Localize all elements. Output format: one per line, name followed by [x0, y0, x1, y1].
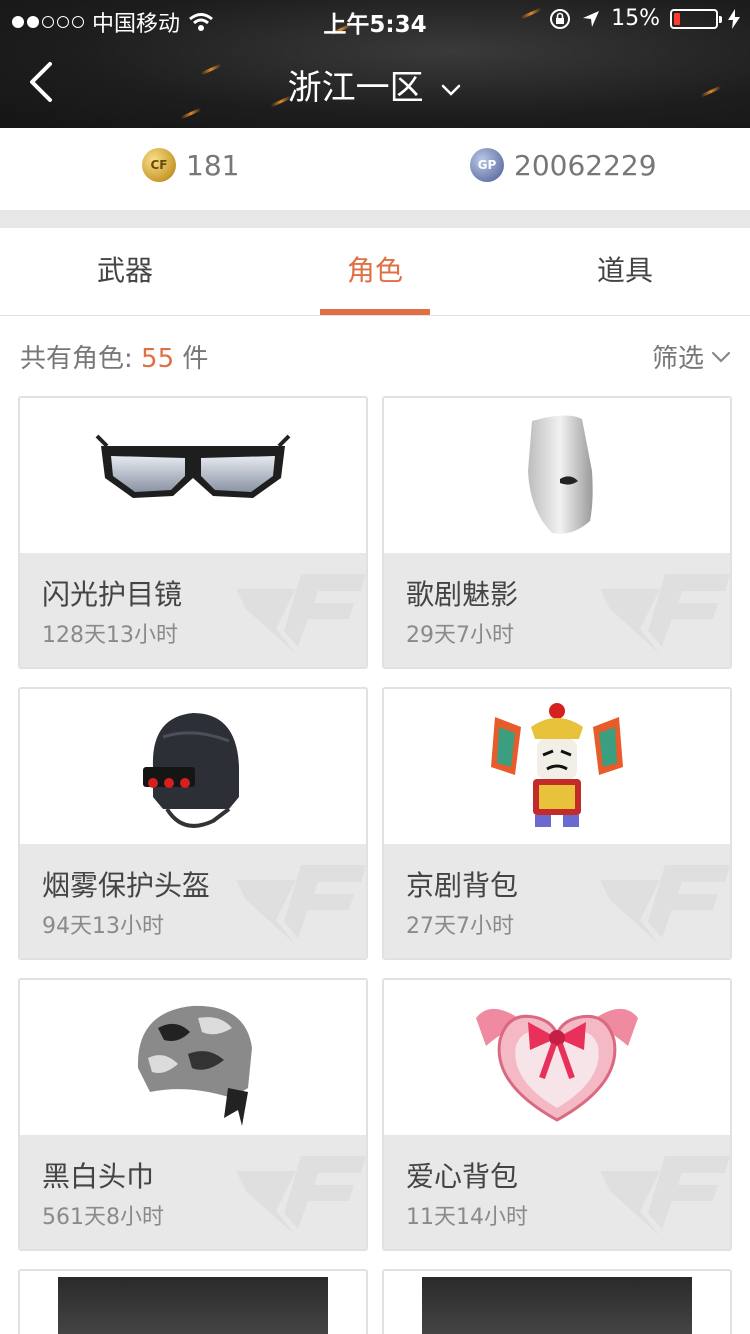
item-card[interactable] — [382, 1269, 732, 1334]
cf-watermark-icon — [236, 865, 366, 945]
mask-icon — [384, 398, 730, 553]
summary-row: 共有角色: 55 件 筛选 — [0, 316, 750, 394]
item-duration: 27天7小时 — [406, 914, 514, 939]
tab-weapons[interactable]: 武器 — [0, 228, 250, 316]
cf-watermark-icon — [236, 1156, 366, 1236]
item-card[interactable]: 爱心背包 11天14小时 — [382, 978, 732, 1251]
battery-percent: 15% — [611, 6, 660, 31]
active-tab-indicator — [320, 309, 430, 315]
item-thumbnail — [422, 1277, 692, 1334]
location-icon — [583, 10, 600, 27]
cf-points-value: 181 — [186, 148, 240, 182]
item-card[interactable]: 歌剧魅影 29天7小时 — [382, 396, 732, 669]
page-title: 浙江一区 — [287, 68, 424, 108]
item-info: 京剧背包 27天7小时 — [384, 844, 730, 958]
nav-bar: 浙江一区 — [0, 40, 750, 128]
filter-label: 筛选 — [651, 344, 704, 374]
rotation-lock-icon — [550, 8, 571, 29]
gp-coin-icon: GP — [470, 148, 504, 182]
item-name: 闪光护目镜 — [42, 578, 183, 611]
item-name: 歌剧魅影 — [406, 578, 519, 611]
cf-watermark-icon — [600, 574, 730, 654]
item-name: 烟雾保护头盔 — [42, 869, 211, 902]
item-count: 共有角色: 55 件 — [20, 344, 209, 374]
cf-watermark-icon — [236, 574, 366, 654]
cf-watermark-icon — [600, 1156, 730, 1236]
item-duration: 29天7小时 — [406, 623, 514, 648]
cf-watermark-icon — [600, 865, 730, 945]
gp-points-value: 20062229 — [514, 148, 657, 182]
item-card[interactable]: 闪光护目镜 128天13小时 — [18, 396, 368, 669]
item-info: 烟雾保护头盔 94天13小时 — [20, 844, 366, 958]
item-card[interactable]: 烟雾保护头盔 94天13小时 — [18, 687, 368, 960]
item-thumbnail — [58, 1277, 328, 1334]
battery-icon — [670, 8, 722, 29]
category-tabs: 武器 角色 道具 — [0, 228, 750, 316]
chevron-down-icon — [711, 351, 731, 363]
server-selector[interactable]: 浙江一区 — [0, 60, 750, 109]
section-divider — [0, 210, 750, 228]
cf-coin-icon: CF — [142, 148, 176, 182]
item-info: 歌剧魅影 29天7小时 — [384, 553, 730, 667]
item-duration: 11天14小时 — [406, 1205, 528, 1230]
tab-characters[interactable]: 角色 — [250, 228, 500, 316]
header: 中国移动 上午5:34 15% 浙江一区 — [0, 0, 750, 128]
item-info: 爱心背包 11天14小时 — [384, 1135, 730, 1249]
item-duration: 128天13小时 — [42, 623, 178, 648]
item-card[interactable]: 京剧背包 27天7小时 — [382, 687, 732, 960]
item-info: 黑白头巾 561天8小时 — [20, 1135, 366, 1249]
cf-points: CF 181 — [142, 148, 239, 182]
item-name: 爱心背包 — [406, 1160, 519, 1193]
item-card[interactable]: 黑白头巾 561天8小时 — [18, 978, 368, 1251]
chevron-down-icon — [442, 84, 461, 96]
item-duration: 561天8小时 — [42, 1205, 164, 1230]
tab-items[interactable]: 道具 — [500, 228, 750, 316]
bandana-icon — [20, 980, 366, 1135]
heart-backpack-icon — [384, 980, 730, 1135]
currency-bar: CF 181 GP 20062229 — [0, 128, 750, 210]
item-name: 京剧背包 — [406, 869, 519, 902]
helmet-icon — [20, 689, 366, 844]
gp-points: GP 20062229 — [470, 148, 657, 182]
opera-backpack-icon — [384, 689, 730, 844]
item-info: 闪光护目镜 128天13小时 — [20, 553, 366, 667]
filter-button[interactable]: 筛选 — [652, 338, 732, 375]
goggles-icon — [20, 398, 366, 553]
item-duration: 94天13小时 — [42, 914, 164, 939]
item-name: 黑白头巾 — [42, 1160, 155, 1193]
status-bar: 中国移动 上午5:34 15% — [0, 0, 750, 40]
item-count-number: 55 — [141, 344, 175, 374]
charging-icon — [728, 8, 740, 29]
item-card[interactable] — [18, 1269, 368, 1334]
